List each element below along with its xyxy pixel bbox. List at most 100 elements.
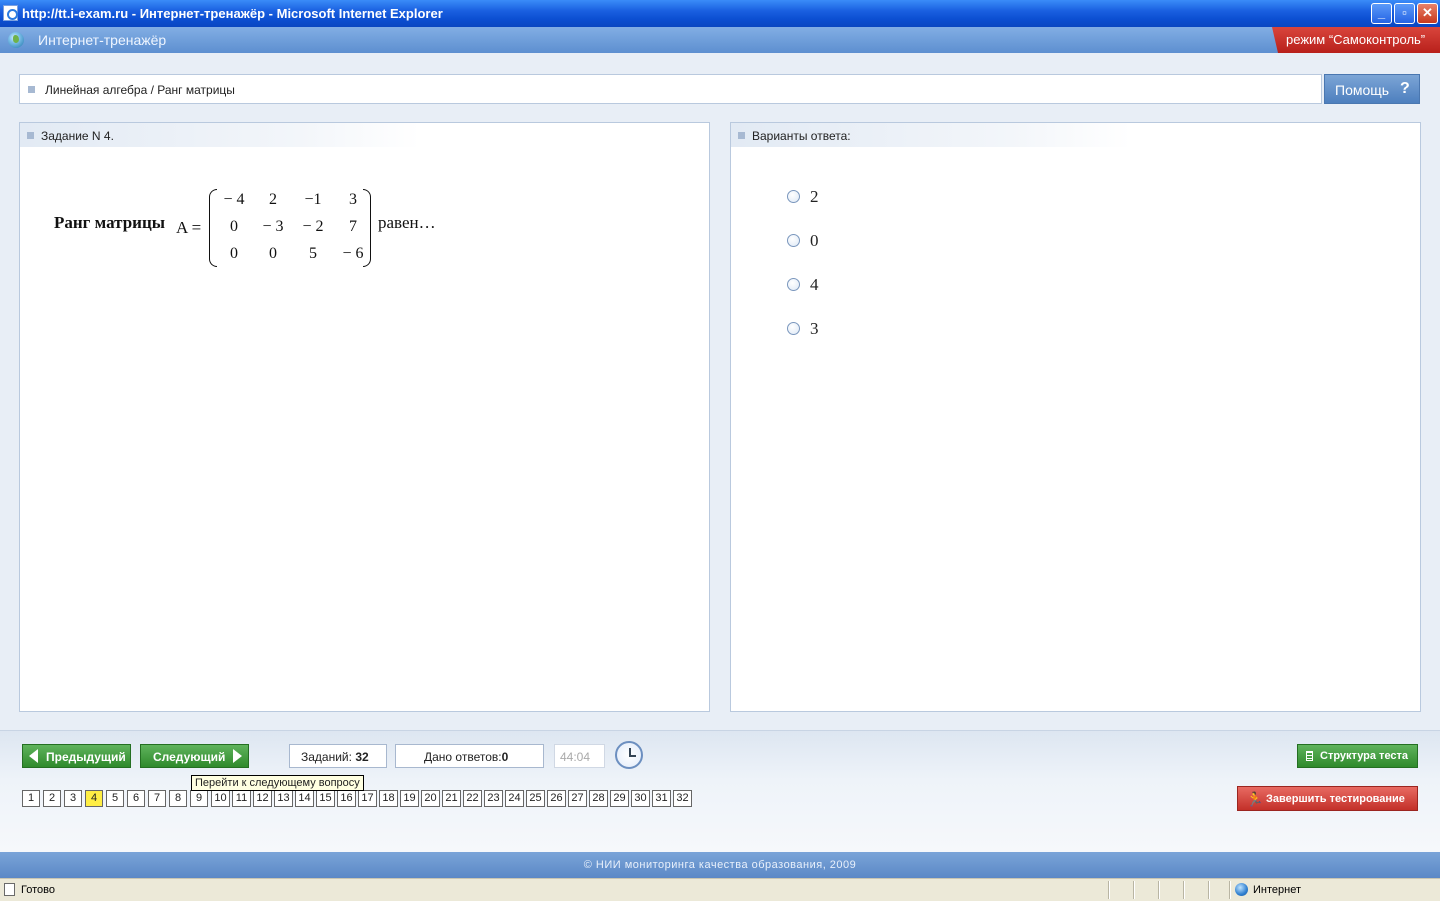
arrow-right-icon [233,749,242,763]
status-text: Готово [21,884,55,896]
breadcrumb: Линейная алгебра / Ранг матрицы [19,74,1322,104]
question-number-button[interactable]: 32 [673,790,692,807]
list-icon [1306,751,1313,761]
minimize-button[interactable]: _ [1371,3,1392,24]
browser-titlebar: http://tt.i-exam.ru - Интернет-тренажёр … [0,0,1440,27]
runner-icon: 🏃 [1246,791,1264,807]
question-number-button[interactable]: 21 [442,790,461,807]
question-prefix: Ранг матрицы [54,213,166,232]
question-number-button[interactable]: 30 [631,790,650,807]
internet-zone-icon [1235,883,1248,896]
question-suffix: равен… [378,213,436,232]
status-divider [1183,881,1184,899]
question-number-button[interactable]: 11 [232,790,251,807]
question-number-button[interactable]: 31 [652,790,671,807]
matrix-variable: A = [176,218,202,237]
question-number-button[interactable]: 24 [505,790,524,807]
answer-radio[interactable] [787,190,800,203]
help-label: Помощь [1335,82,1390,98]
question-number-button[interactable]: 25 [526,790,545,807]
maximize-button[interactable]: ▫ [1394,3,1415,24]
help-button[interactable]: Помощь ? [1324,74,1420,104]
answers-panel: Варианты ответа: 2 0 4 3 [730,122,1421,712]
question-number-button[interactable]: 29 [610,790,629,807]
answer-label: 4 [810,275,819,294]
answer-radio[interactable] [787,322,800,335]
prev-button[interactable]: Предыдущий [22,744,131,768]
question-number-button[interactable]: 18 [379,790,398,807]
task-panel: Задание N 4. Ранг матрицы A = − 4 2 −1 3… [19,122,710,712]
matrix-cell: 0 [230,218,238,235]
ie-logo-icon [3,5,18,21]
app-title: Интернет-тренажёр [38,32,167,48]
answers-panel-header: Варианты ответа: [731,123,1131,147]
next-label: Следующий [153,750,226,764]
answer-label: 0 [810,231,819,250]
status-divider [1108,881,1109,899]
total-value: 32 [355,750,369,764]
total-label: Заданий: [301,750,352,764]
question-number-button[interactable]: 5 [106,790,124,807]
question-number-button[interactable]: 26 [547,790,566,807]
answered-label: Дано ответов: [424,750,502,764]
square-marker-icon [27,132,34,139]
matrix-cell: 5 [309,245,317,262]
question-number-button[interactable]: 1 [22,790,40,807]
question-number-button[interactable]: 22 [463,790,482,807]
clock-icon [615,741,643,769]
matrix: − 4 2 −1 3 0 − 3 − 2 7 0 0 5 − 6 [209,189,371,267]
task-title: Задание N 4. [41,129,114,143]
question-number-button[interactable]: 15 [316,790,335,807]
question-number-button[interactable]: 19 [400,790,419,807]
question-number-button[interactable]: 2 [43,790,61,807]
answer-label: 2 [810,187,819,206]
status-divider [1229,881,1230,899]
close-button[interactable]: ✕ [1417,3,1438,24]
question-number-button[interactable]: 3 [64,790,82,807]
matrix-cell: 0 [269,245,277,262]
question-number-button[interactable]: 8 [169,790,187,807]
next-button[interactable]: Следующий [140,744,249,768]
timer: 44:04 [554,744,605,768]
page-icon [4,883,15,896]
timer-value: 44:04 [560,750,591,764]
question-number-button[interactable]: 28 [589,790,608,807]
question-number-button[interactable]: 4 [85,790,103,807]
question-number-button[interactable]: 12 [253,790,272,807]
matrix-cell: 7 [349,218,357,235]
zone-text: Интернет [1253,884,1301,896]
question-number-button[interactable]: 6 [127,790,145,807]
prev-label: Предыдущий [46,750,126,764]
question-number-button[interactable]: 7 [148,790,166,807]
question-mark-icon: ? [1400,80,1410,97]
matrix-cell: − 4 [223,191,245,208]
question-number-button[interactable]: 9 [190,790,208,807]
question-number-button[interactable]: 17 [358,790,377,807]
question-number-button[interactable]: 13 [274,790,293,807]
next-tooltip: Перейти к следующему вопросу [191,775,364,791]
total-questions: Заданий: 32 [289,744,387,768]
matrix-cell: − 2 [302,218,324,235]
question-number-button[interactable]: 16 [337,790,356,807]
matrix-cell: − 3 [262,218,284,235]
status-divider [1158,881,1159,899]
square-marker-icon [28,86,35,93]
matrix-cell: − 6 [342,245,364,262]
answer-radio[interactable] [787,278,800,291]
mode-badge: режим “Самоконтроль” [1272,27,1440,53]
status-divider [1133,881,1134,899]
matrix-cell: 0 [230,245,238,262]
question-number-button[interactable]: 10 [211,790,230,807]
question-number-button[interactable]: 23 [484,790,503,807]
status-divider [1208,881,1209,899]
question-number-button[interactable]: 14 [295,790,314,807]
question-number-button[interactable]: 27 [568,790,587,807]
task-panel-header: Задание N 4. [20,123,420,147]
question-number-button[interactable]: 20 [421,790,440,807]
browser-title: http://tt.i-exam.ru - Интернет-тренажёр … [22,6,443,21]
finish-button[interactable]: 🏃 Завершить тестирование [1237,786,1418,811]
structure-button[interactable]: Структура теста [1297,744,1418,768]
answer-label: 3 [810,319,819,338]
answer-radio[interactable] [787,234,800,247]
answers-title: Варианты ответа: [752,129,851,143]
